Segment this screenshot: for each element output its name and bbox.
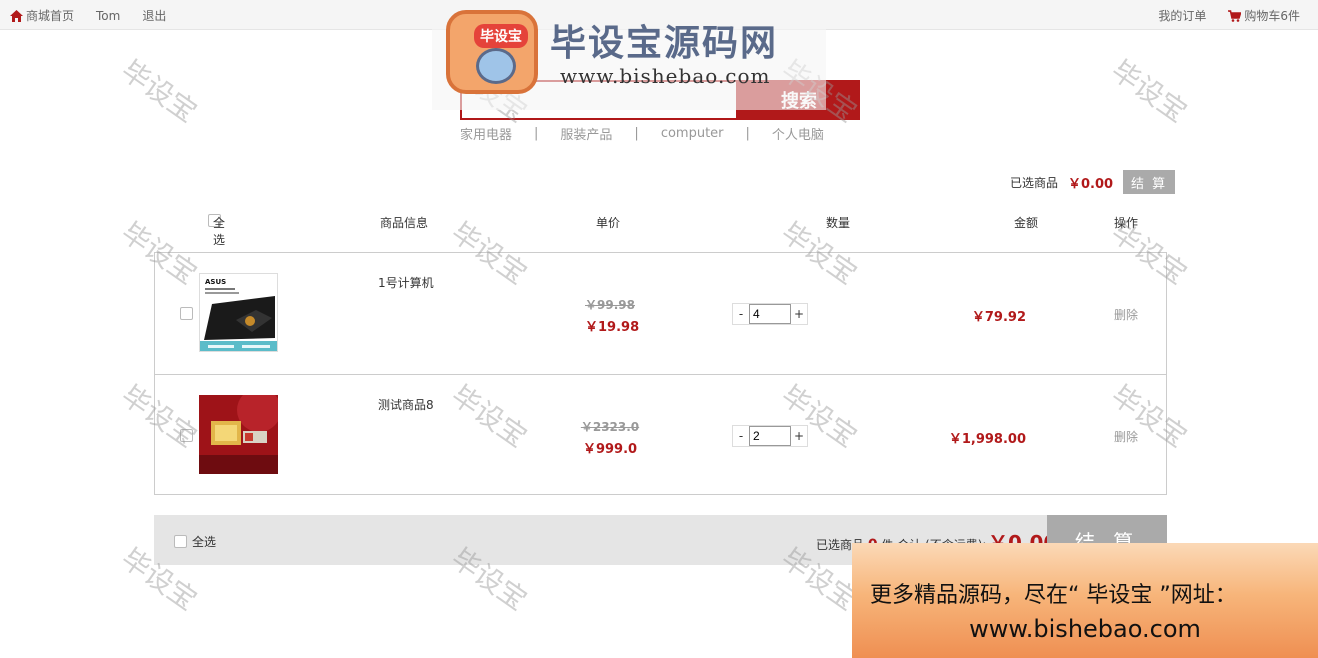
product-thumbnail[interactable]: ASUS [199,273,278,352]
product-name[interactable]: 1号计算机 [378,274,434,291]
item-subtotal: ￥1,998.00 [948,432,1026,447]
select-all-label: 全选 [213,216,226,247]
logo-badge: 毕设宝 [446,10,538,94]
hotword-separator: | [534,126,539,141]
username-link[interactable]: Tom [96,7,120,24]
header-quantity: 数量 [826,216,851,230]
sale-price: ￥19.98 [585,320,640,335]
logo-title: 毕设宝源码网 [550,23,779,64]
home-icon [10,9,23,22]
quantity-stepper: - + [732,303,808,325]
hot-keywords: 家用电器 | 服装产品 | computer | 个人电脑 [460,124,824,143]
item-checkbox[interactable] [180,429,193,442]
select-all-checkbox-bottom[interactable] [174,535,187,548]
product-thumbnail[interactable] [199,395,278,474]
site-logo-overlay: 毕设宝 毕设宝源码网 www.bishebao.com [432,0,826,110]
cart-row: ASUS 1号计算机 ￥99.98 ￥19.98 - + ￥79.92 删除 [155,253,1166,374]
watermark: 毕设宝 [115,53,204,129]
hotword-clothing[interactable]: 服装产品 [560,124,612,143]
home-link[interactable]: 商城首页 [10,7,74,24]
watermark: 毕设宝 [1105,53,1194,129]
top-bar-right: 我的订单 购物车6件 [1158,7,1300,24]
promo-text: 更多精品源码，尽在“ 毕设宝 ”网址： [870,583,1237,608]
sale-price: ￥999.0 [582,442,638,457]
hotword-pc[interactable]: 个人电脑 [772,124,824,143]
logo-url: www.bishebao.com [560,64,771,88]
selected-amount: ￥0.00 [1068,176,1114,192]
hotword-separator: | [745,126,750,141]
delete-link[interactable]: 删除 [1114,306,1138,323]
promo-url: www.bishebao.com [969,615,1201,643]
quantity-input[interactable] [749,426,791,446]
cart-table-header: 全选 商品信息 单价 数量 金额 操作 [0,214,1318,247]
item-checkbox[interactable] [180,307,193,320]
increase-button[interactable]: + [791,304,807,324]
cart-icon [1228,9,1242,22]
decrease-button[interactable]: - [733,426,749,446]
increase-button[interactable]: + [791,426,807,446]
cart-items: ASUS 1号计算机 ￥99.98 ￥19.98 - + ￥79.92 删除 [154,252,1167,495]
original-price: ￥99.98 [585,298,635,312]
logout-link[interactable]: 退出 [142,7,166,24]
quantity-input[interactable] [749,304,791,324]
quantity-stepper: - + [732,425,808,447]
logo-badge-text: 毕设宝 [474,24,528,48]
original-price: ￥2323.0 [580,420,640,434]
my-orders-link[interactable]: 我的订单 [1158,7,1206,24]
hotword-computer[interactable]: computer [661,126,724,141]
cart-link[interactable]: 购物车6件 [1228,7,1300,24]
header-amount: 金额 [1014,216,1039,230]
product-name[interactable]: 测试商品8 [378,396,434,413]
promo-banner: 更多精品源码，尽在“ 毕设宝 ”网址： www.bishebao.com [852,543,1318,658]
top-bar-left: 商城首页 Tom 退出 [10,7,166,24]
hotword-appliances[interactable]: 家用电器 [460,124,512,143]
header-product-info: 商品信息 [380,216,429,230]
select-all-label-bottom: 全选 [192,535,217,549]
checkout-button-top[interactable]: 结 算 [1123,170,1176,194]
cart-label: 购物车6件 [1244,9,1300,23]
selected-label: 已选商品 [1010,175,1059,190]
logo-mascot-icon [476,48,516,84]
item-subtotal: ￥79.92 [971,310,1026,325]
thumb-brand: ASUS [205,278,226,286]
header-action: 操作 [1114,216,1139,230]
delete-link[interactable]: 删除 [1114,428,1138,445]
hotword-separator: | [634,126,639,141]
header-unit-price: 单价 [596,216,621,230]
home-label: 商城首页 [26,9,75,23]
cart-summary-top: 已选商品 ￥0.00 结 算 [1010,170,1176,194]
cart-row: 测试商品8 ￥2323.0 ￥999.0 - + ￥1,998.00 删除 [155,374,1166,495]
decrease-button[interactable]: - [733,304,749,324]
